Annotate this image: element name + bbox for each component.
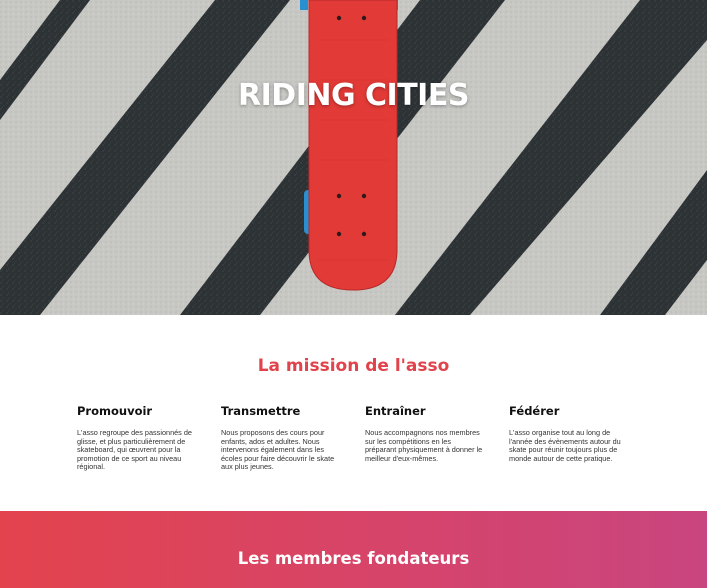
mission-column-text: Nous proposons des cours pour enfants, a… xyxy=(221,428,335,471)
mission-title: La mission de l'asso xyxy=(257,356,450,376)
mission-column-heading: Fédérer xyxy=(509,404,560,418)
mission-column-text: L'asso organise tout au long de l'année … xyxy=(509,428,621,463)
mission-column-text: L'asso regroupe des passionnés de glisse… xyxy=(77,428,192,471)
mission-column-transmettre: Transmettre Nous proposons des cours pou… xyxy=(221,404,339,472)
mission-column-heading: Transmettre xyxy=(221,404,301,418)
mission-column-entrainer: Entraîner Nous accompagnons nos membres … xyxy=(365,404,483,463)
founders-section: Les membres fondateurs xyxy=(0,511,707,588)
founders-title: Les membres fondateurs xyxy=(237,549,470,568)
mission-column-promouvoir: Promouvoir L'asso regroupe des passionné… xyxy=(77,404,195,472)
mission-column-heading: Entraîner xyxy=(365,404,426,418)
hero-background-image xyxy=(0,0,707,315)
skateboard-illustration xyxy=(300,0,398,291)
mission-column-federer: Fédérer L'asso organise tout au long de … xyxy=(509,404,627,463)
mission-column-text: Nous accompagnons nos membres sur les co… xyxy=(365,428,483,463)
hero-banner: RIDING CITIES xyxy=(0,0,707,315)
hero-title: RIDING CITIES xyxy=(238,78,469,113)
mission-column-heading: Promouvoir xyxy=(77,404,153,418)
mission-section: La mission de l'asso Promouvoir L'asso r… xyxy=(0,315,707,511)
